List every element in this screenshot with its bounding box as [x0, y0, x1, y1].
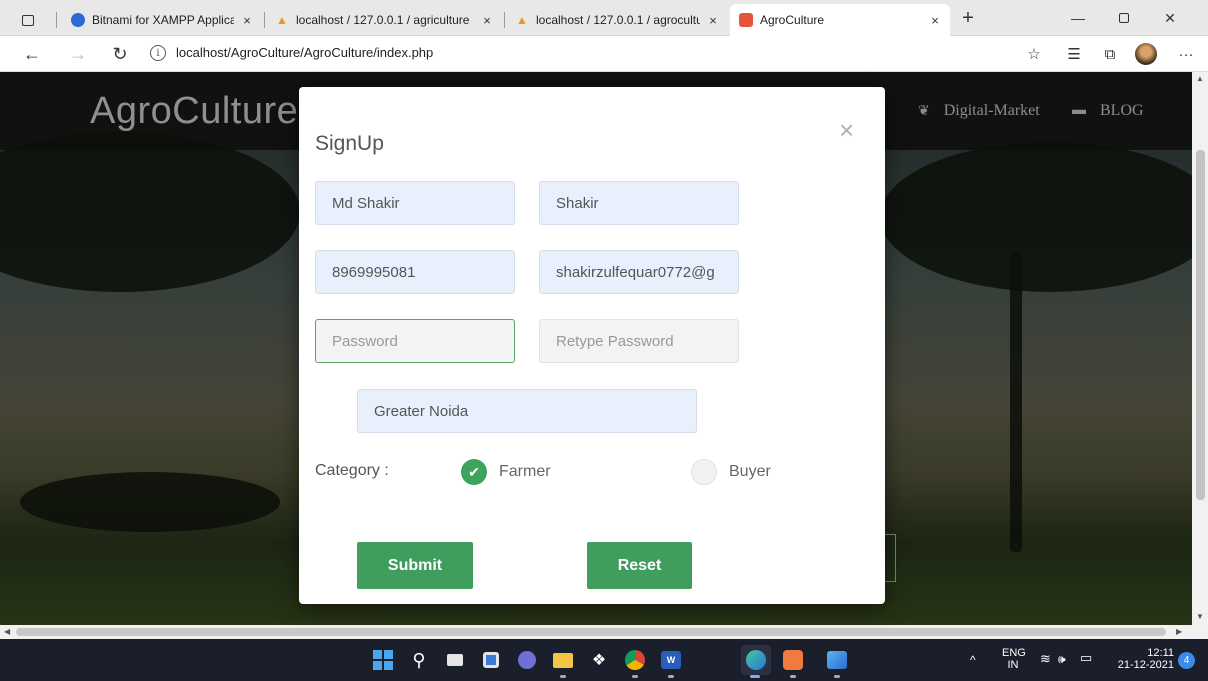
start-windows-icon[interactable]	[371, 648, 395, 672]
wifi-icon[interactable]: ≋	[1040, 652, 1051, 665]
close-window-button[interactable]: ✕	[1150, 4, 1190, 32]
close-tab-icon[interactable]: ×	[480, 13, 494, 28]
xampp-icon[interactable]	[781, 648, 805, 672]
farmer-label[interactable]: Farmer	[499, 463, 551, 481]
running-indicator	[632, 675, 638, 678]
clock[interactable]: 12:11 21-12-2021	[1110, 647, 1174, 671]
category-label: Category :	[315, 462, 389, 479]
modal-title: SignUp	[315, 132, 384, 155]
add-favorite-icon[interactable]: ☆	[1022, 42, 1046, 66]
tab-label: Bitnami for XAMPP Application N	[92, 13, 234, 27]
refresh-icon: ↻	[112, 43, 128, 64]
tab-separator	[56, 12, 57, 28]
name-field[interactable]: Md Shakir	[315, 181, 515, 225]
scroll-up-icon[interactable]: ▲	[1196, 74, 1204, 83]
file-explorer-icon[interactable]	[551, 648, 575, 672]
widgets-icon[interactable]	[479, 648, 503, 672]
signup-modal: SignUp × Md Shakir Shakir 8969995081 sha…	[299, 87, 885, 604]
forward-arrow-icon: →	[69, 43, 87, 64]
profile-avatar[interactable]	[1134, 42, 1158, 66]
region-label: IN	[1007, 659, 1019, 671]
phpmyadmin-icon: ▲	[276, 13, 288, 27]
back-arrow-icon: ←	[23, 43, 41, 64]
buyer-label[interactable]: Buyer	[729, 463, 771, 481]
photos-icon[interactable]	[825, 648, 849, 672]
new-tab-button[interactable]: +	[948, 4, 988, 32]
windows-taskbar: ⚲ ❖ W ^ ENG IN ≋ 🕪 ▭ 12:11 21-12-2021	[0, 639, 1208, 681]
mobile-field[interactable]: 8969995081	[315, 250, 515, 294]
running-indicator	[790, 675, 796, 678]
back-button[interactable]: ←	[18, 40, 46, 68]
submit-button[interactable]: Submit	[357, 542, 473, 589]
reset-button[interactable]: Reset	[587, 542, 692, 589]
tab-phpmyadmin-agrocultur[interactable]: ▲ localhost / 127.0.0.1 / agrocultur ×	[506, 4, 728, 36]
refresh-button[interactable]: ↻	[106, 40, 134, 68]
close-tab-icon[interactable]: ×	[240, 13, 254, 28]
site-info-icon[interactable]: i	[150, 45, 166, 61]
minimize-icon: —	[1071, 10, 1085, 26]
close-icon: ✕	[1164, 9, 1176, 26]
active-indicator	[750, 675, 760, 678]
word-icon[interactable]: W	[659, 648, 683, 672]
show-hidden-icons[interactable]: ^	[970, 654, 976, 666]
forward-button[interactable]: →	[64, 40, 92, 68]
password-field[interactable]: Password	[315, 319, 515, 363]
tab-label: localhost / 127.0.0.1 / agriculture	[296, 13, 470, 27]
tab-agroculture[interactable]: AgroCulture ×	[730, 4, 950, 36]
date-label: 21-12-2021	[1117, 659, 1174, 671]
search-icon[interactable]: ⚲	[407, 648, 431, 672]
collections-icon[interactable]: ⧉	[1098, 42, 1122, 66]
edge-icon[interactable]	[741, 645, 771, 675]
tab-phpmyadmin-agriculture[interactable]: ▲ localhost / 127.0.0.1 / agriculture ×	[266, 4, 502, 36]
horizontal-scroll-thumb[interactable]	[16, 628, 1166, 636]
address-bar[interactable]: localhost/AgroCulture/AgroCulture/index.…	[176, 45, 433, 60]
restore-icon	[1119, 13, 1129, 23]
restore-button[interactable]	[1104, 4, 1144, 32]
running-indicator	[668, 675, 674, 678]
bitnami-icon	[70, 12, 86, 28]
tab-actions-button[interactable]	[14, 4, 48, 36]
running-indicator	[834, 675, 840, 678]
vertical-scroll-thumb[interactable]	[1196, 150, 1205, 500]
tab-label: localhost / 127.0.0.1 / agrocultur	[536, 13, 700, 27]
email-field[interactable]: shakirzulfequar0772@g	[539, 250, 739, 294]
scroll-right-icon[interactable]: ▶	[1176, 627, 1182, 636]
agroculture-favicon-icon	[738, 12, 754, 28]
buyer-radio[interactable]	[691, 459, 717, 485]
tab-actions-icon	[22, 14, 34, 26]
close-tab-icon[interactable]: ×	[706, 13, 720, 28]
time-label: 12:11	[1147, 647, 1174, 659]
tab-label: AgroCulture	[760, 13, 825, 27]
battery-icon[interactable]: ▭	[1080, 651, 1092, 664]
teams-chat-icon[interactable]	[515, 648, 539, 672]
favorites-icon[interactable]: ☰	[1062, 42, 1086, 66]
address-field[interactable]: Greater Noida	[357, 389, 697, 433]
username-field[interactable]: Shakir	[539, 181, 739, 225]
notification-badge[interactable]: 4	[1178, 652, 1195, 669]
dropbox-icon[interactable]: ❖	[587, 648, 611, 672]
retype-password-field[interactable]: Retype Password	[539, 319, 739, 363]
volume-icon[interactable]: 🕪	[1058, 653, 1066, 665]
task-view-icon[interactable]	[443, 648, 467, 672]
phpmyadmin-icon: ▲	[516, 13, 528, 27]
language-indicator[interactable]: ENG IN	[1002, 647, 1026, 671]
tab-separator	[264, 12, 265, 28]
close-icon[interactable]: ×	[839, 115, 854, 146]
running-indicator	[560, 675, 566, 678]
scroll-down-icon[interactable]: ▼	[1196, 612, 1204, 621]
browser-toolbar: ← → ↻ i localhost/AgroCulture/AgroCultur…	[0, 36, 1208, 72]
language-label: ENG	[1002, 647, 1026, 659]
browser-tab-strip: Bitnami for XAMPP Application N × ▲ loca…	[0, 0, 1208, 36]
chrome-icon[interactable]	[623, 648, 647, 672]
minimize-button[interactable]: —	[1058, 4, 1098, 32]
tab-separator	[504, 12, 505, 28]
tab-bitnami[interactable]: Bitnami for XAMPP Application N ×	[62, 4, 262, 36]
more-options-icon[interactable]: ···	[1174, 42, 1198, 66]
scroll-left-icon[interactable]: ◀	[4, 627, 10, 636]
close-tab-icon[interactable]: ×	[928, 13, 942, 28]
farmer-radio[interactable]: ✔	[461, 459, 487, 485]
checkmark-icon: ✔	[468, 463, 480, 480]
